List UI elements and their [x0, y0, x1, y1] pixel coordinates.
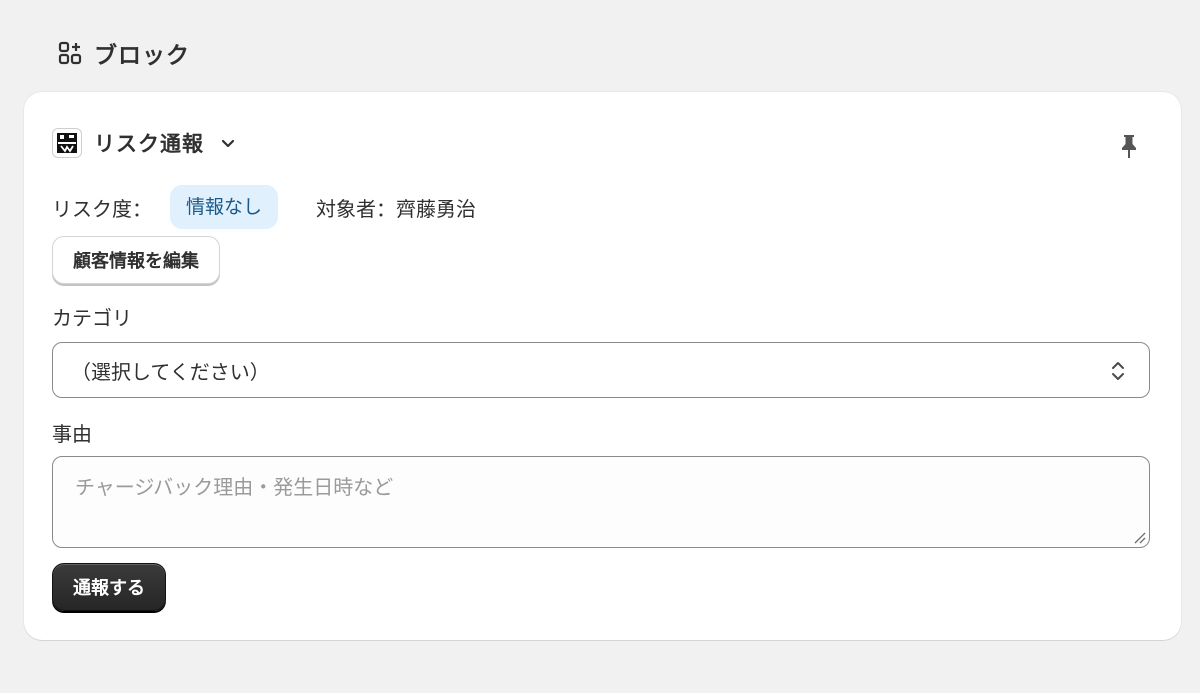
submit-report-button[interactable]: 通報する	[52, 563, 166, 611]
risk-report-card: リスク通報 リスク度： 情報なし 対象者：齊藤勇治 顧客情報を編集 カテゴリ （…	[24, 92, 1181, 640]
risk-level-badge: 情報なし	[170, 185, 279, 229]
category-select[interactable]: （選択してください）	[52, 342, 1150, 398]
section-title: ブロック	[94, 43, 190, 69]
select-arrows-icon	[1107, 357, 1129, 385]
category-selected-value: （選択してください）	[71, 359, 270, 384]
pin-icon[interactable]	[1117, 132, 1141, 160]
reason-placeholder: チャージバック理由・発生日時など	[75, 475, 394, 499]
app-header[interactable]: リスク通報	[52, 128, 238, 158]
blocks-icon	[58, 41, 82, 65]
chevron-down-icon[interactable]	[218, 133, 238, 153]
category-label: カテゴリ	[52, 306, 132, 330]
target-person: 対象者：齊藤勇治	[316, 196, 477, 221]
edit-customer-button[interactable]: 顧客情報を編集	[52, 236, 220, 284]
resize-handle-icon[interactable]	[1132, 530, 1146, 544]
section-header: ブロック	[58, 36, 190, 70]
risk-level-label: リスク度：	[52, 196, 152, 221]
reason-label: 事由	[52, 422, 92, 446]
reason-textarea[interactable]: チャージバック理由・発生日時など	[52, 456, 1150, 548]
risk-info-row: リスク度： 情報なし 対象者：齊藤勇治	[52, 185, 476, 229]
app-name: リスク通報	[94, 132, 204, 156]
app-logo-icon	[52, 128, 82, 158]
